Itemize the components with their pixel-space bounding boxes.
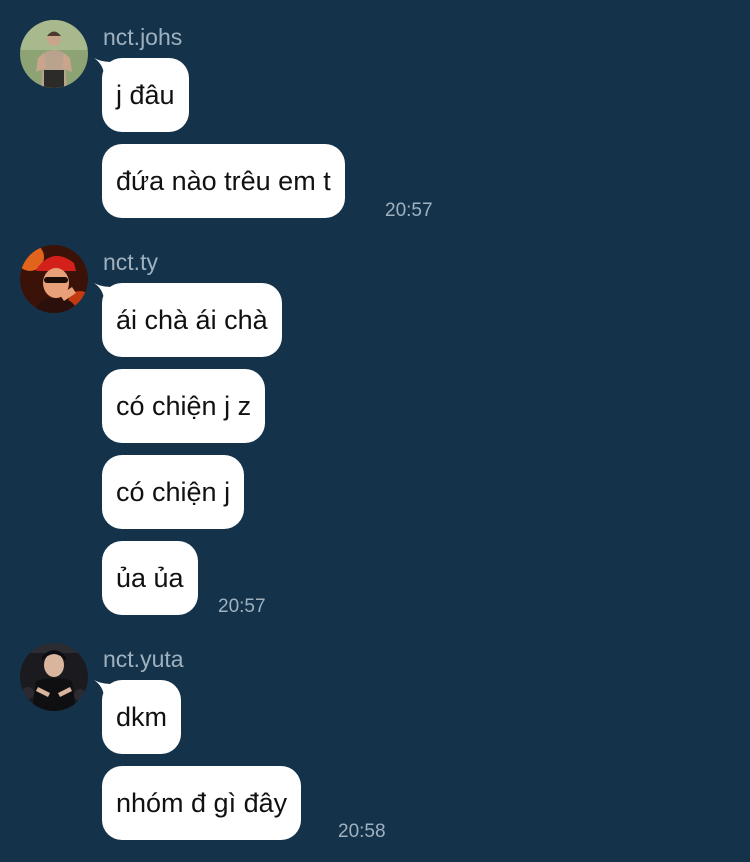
user-photo-icon <box>20 20 88 88</box>
message-bubble[interactable]: ái chà ái chà <box>102 283 282 357</box>
message-bubble[interactable]: đứa nào trêu em t <box>102 144 345 218</box>
user-photo-icon <box>20 643 88 711</box>
message-bubble[interactable]: có chiện j z <box>102 369 266 443</box>
sender-name[interactable]: nct.johs <box>103 24 182 50</box>
message-bubble[interactable]: j đâu <box>102 58 189 132</box>
message-timestamp: 20:58 <box>338 821 386 842</box>
avatar-yuta[interactable] <box>20 643 88 711</box>
avatar-ty[interactable] <box>20 245 88 313</box>
avatar-johs[interactable] <box>20 20 88 88</box>
message-bubble[interactable]: nhóm đ gì đây <box>102 766 302 840</box>
message-bubble[interactable]: có chiện j <box>102 455 245 529</box>
sender-name[interactable]: nct.ty <box>103 249 158 275</box>
message-timestamp: 20:57 <box>218 596 266 617</box>
message-bubble[interactable]: ủa ủa <box>102 541 198 615</box>
user-photo-icon <box>20 245 88 313</box>
sender-name[interactable]: nct.yuta <box>103 646 184 672</box>
message-bubble[interactable]: dkm <box>102 680 182 754</box>
message-timestamp: 20:57 <box>385 200 433 221</box>
